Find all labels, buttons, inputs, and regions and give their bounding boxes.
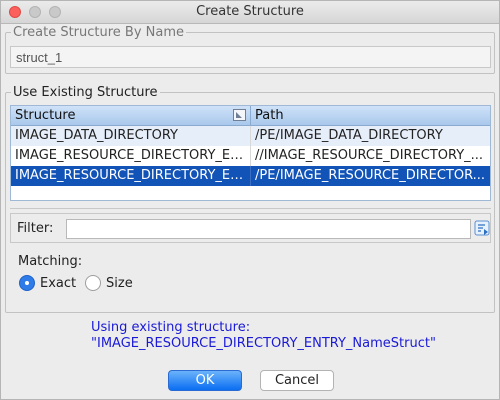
matching-size-radio[interactable]: Size xyxy=(85,275,133,291)
path-cell: //IMAGE_RESOURCE_DIRECTORY_... xyxy=(255,148,484,163)
path-cell: /PE/IMAGE_RESOURCE_DIRECTOR... xyxy=(255,168,486,183)
matching-size-label: Size xyxy=(106,275,133,291)
filter-options-icon[interactable] xyxy=(474,220,490,236)
matching-exact-radio[interactable]: Exact xyxy=(19,275,76,291)
radio-unselected-icon xyxy=(85,275,101,291)
structure-table: Structure Path IMAGE_DATA_DIRECTORY /PE/… xyxy=(10,105,491,201)
structure-name-input[interactable] xyxy=(10,46,491,68)
structure-cell: IMAGE_RESOURCE_DIRECTORY_EN... xyxy=(11,146,251,166)
structure-cell: IMAGE_RESOURCE_DIRECTORY_EN... xyxy=(11,166,251,186)
table-row-selected[interactable]: IMAGE_RESOURCE_DIRECTORY_EN... /PE/IMAGE… xyxy=(11,166,490,186)
use-existing-legend: Use Existing Structure xyxy=(13,85,158,100)
title-bar: Create Structure xyxy=(1,1,499,24)
column-header-structure-label: Structure xyxy=(15,108,76,123)
divider xyxy=(10,208,491,209)
structure-cell: IMAGE_DATA_DIRECTORY xyxy=(11,126,251,146)
column-header-structure[interactable]: Structure xyxy=(11,106,251,125)
table-header: Structure Path xyxy=(11,106,490,126)
create-by-name-legend: Create Structure By Name xyxy=(13,25,185,40)
cancel-button[interactable]: Cancel xyxy=(260,370,334,391)
matching-exact-label: Exact xyxy=(40,275,77,291)
ok-button[interactable]: OK xyxy=(168,370,242,391)
status-line-2: "IMAGE_RESOURCE_DIRECTORY_ENTRY_NameStru… xyxy=(91,336,436,351)
path-cell: /PE/IMAGE_DATA_DIRECTORY xyxy=(255,128,443,143)
filter-label: Filter: xyxy=(17,221,54,236)
status-message: Using existing structure: "IMAGE_RESOURC… xyxy=(91,320,436,352)
table-row[interactable]: IMAGE_RESOURCE_DIRECTORY_EN... //IMAGE_R… xyxy=(11,146,490,166)
sort-icon xyxy=(233,109,246,121)
table-row[interactable]: IMAGE_DATA_DIRECTORY /PE/IMAGE_DATA_DIRE… xyxy=(11,126,490,146)
create-structure-dialog: Create Structure Create Structure By Nam… xyxy=(0,0,500,400)
filter-panel: Filter: xyxy=(10,213,491,243)
column-header-path[interactable]: Path xyxy=(251,106,490,125)
matching-label: Matching: xyxy=(18,254,83,269)
window-title: Create Structure xyxy=(196,4,304,19)
radio-selected-icon xyxy=(19,275,35,291)
filter-input[interactable] xyxy=(66,219,471,239)
status-line-1: Using existing structure: xyxy=(91,320,251,335)
column-header-path-label: Path xyxy=(255,108,284,123)
